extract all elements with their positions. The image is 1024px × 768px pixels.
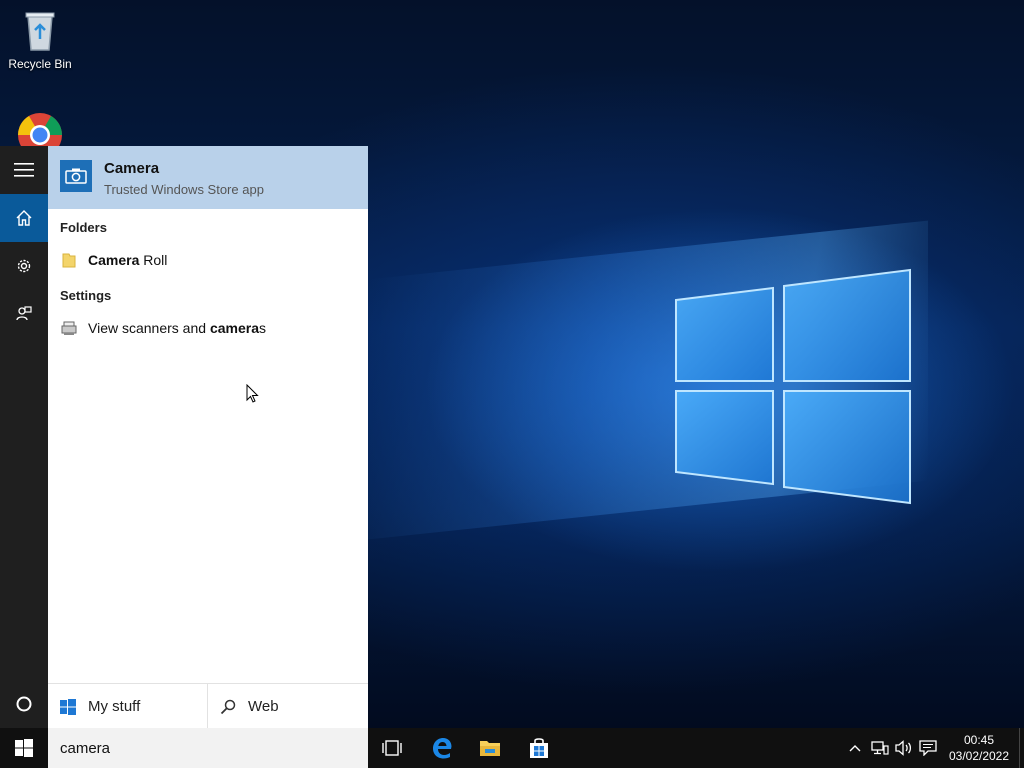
clock-time: 00:45 [963, 733, 995, 747]
web-label: Web [248, 698, 279, 715]
result-camera-roll[interactable]: Camera Roll [48, 245, 368, 275]
taskbar-search-box[interactable] [48, 728, 368, 768]
gear-icon [17, 259, 31, 273]
hamburger-menu-icon [14, 163, 34, 177]
edge-button[interactable] [418, 728, 466, 768]
volume-button[interactable] [894, 738, 914, 758]
store-button[interactable] [515, 728, 563, 768]
result-view-scanners-and-cameras[interactable]: View scanners and cameras [48, 313, 368, 343]
desktop-icon-recycle-bin[interactable]: Recycle Bin [0, 8, 80, 71]
result-label: Camera Roll [88, 252, 168, 268]
start-menu-rail [0, 146, 48, 728]
home-button[interactable] [0, 194, 48, 242]
scope-divider [207, 684, 208, 729]
search-scope-bar: My stuff Web [48, 683, 368, 729]
cortana-circle-icon [16, 696, 32, 712]
search-icon [220, 699, 236, 714]
web-button[interactable]: Web [220, 684, 360, 729]
show-hidden-icons-button[interactable] [845, 738, 865, 758]
desktop-icon-label: Recycle Bin [8, 57, 72, 71]
my-stuff-label: My stuff [88, 698, 141, 715]
chrome-icon [18, 113, 62, 157]
camera-icon [65, 168, 87, 184]
expand-menu-button[interactable] [0, 146, 48, 194]
search-input[interactable] [48, 728, 360, 768]
scanner-icon [61, 321, 77, 335]
network-icon [871, 741, 889, 755]
action-center-icon [919, 740, 937, 756]
section-heading-folders: Folders [60, 220, 107, 235]
network-button[interactable] [870, 738, 890, 758]
show-desktop-button[interactable] [1019, 728, 1024, 768]
edge-icon [433, 738, 452, 759]
feedback-button[interactable] [0, 290, 48, 338]
file-explorer-icon [480, 741, 500, 756]
taskbar: 00:45 03/02/2022 [0, 728, 1024, 768]
file-explorer-button[interactable] [466, 728, 514, 768]
system-clock[interactable]: 00:45 03/02/2022 [940, 732, 1018, 764]
clock-date: 03/02/2022 [948, 749, 1010, 763]
best-match-subtitle: Trusted Windows Store app [104, 182, 264, 197]
task-view-icon [382, 740, 402, 756]
home-icon [16, 210, 32, 226]
folder-icon [62, 253, 76, 268]
best-match-result[interactable]: Camera Trusted Windows Store app [48, 146, 368, 209]
task-view-button[interactable] [368, 728, 416, 768]
search-results-panel: Camera Trusted Windows Store app Folders… [48, 146, 368, 729]
my-stuff-button[interactable]: My stuff [60, 684, 207, 729]
windows-start-icon [15, 739, 33, 757]
settings-button[interactable] [0, 242, 48, 290]
mouse-cursor-icon [246, 384, 259, 403]
start-button[interactable] [0, 728, 48, 768]
section-heading-settings: Settings [60, 288, 112, 303]
best-match-title: Camera [104, 160, 160, 177]
feedback-icon [16, 306, 32, 321]
result-label: View scanners and cameras [88, 320, 266, 336]
cortana-button[interactable] [0, 680, 48, 728]
chevron-up-icon [849, 745, 861, 752]
volume-icon [895, 740, 912, 756]
store-icon [530, 738, 548, 758]
recycle-bin-icon [25, 12, 55, 51]
camera-app-tile [60, 160, 92, 192]
desktop-icon-chrome[interactable] [0, 112, 80, 157]
windows-logo-icon [60, 698, 76, 715]
action-center-button[interactable] [918, 738, 938, 758]
